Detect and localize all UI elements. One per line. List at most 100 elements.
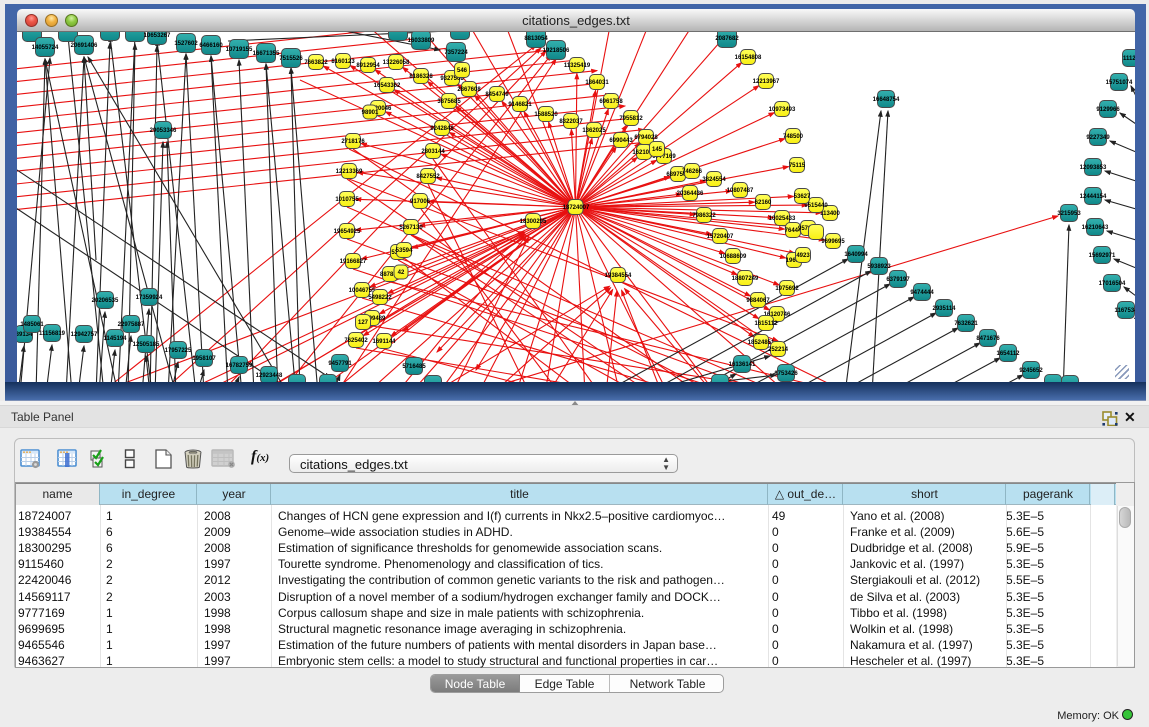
svg-text:5498222: 5498222	[368, 295, 392, 301]
svg-text:1010755: 1010755	[335, 197, 359, 203]
svg-text:17016504: 17016504	[1099, 281, 1126, 287]
svg-text:12505185: 12505185	[133, 342, 160, 348]
svg-text:75115: 75115	[789, 163, 806, 169]
svg-text:12444154: 12444154	[1080, 194, 1107, 200]
svg-text:19218506: 19218506	[543, 48, 570, 54]
svg-text:7632621: 7632621	[954, 321, 978, 327]
svg-text:6466160: 6466160	[199, 43, 223, 49]
svg-text:8454749: 8454749	[485, 92, 509, 98]
svg-text:1640994: 1640994	[844, 252, 868, 258]
svg-text:3875685: 3875685	[437, 99, 461, 105]
svg-text:8912954: 8912954	[356, 63, 380, 69]
svg-text:2867608: 2867608	[457, 87, 481, 93]
svg-text:18724007: 18724007	[563, 205, 590, 211]
svg-text:16648754: 16648754	[873, 97, 900, 103]
svg-text:2087682: 2087682	[715, 36, 739, 42]
svg-text:1958107: 1958107	[192, 356, 216, 362]
svg-text:1654112: 1654112	[996, 351, 1020, 357]
svg-text:3215953: 3215953	[1057, 211, 1081, 217]
svg-text:127: 127	[358, 320, 369, 326]
svg-text:546: 546	[457, 68, 468, 74]
svg-text:113400: 113400	[820, 211, 840, 217]
svg-text:6794028: 6794028	[634, 135, 658, 141]
svg-text:16671355: 16671355	[253, 51, 280, 57]
svg-text:9457791: 9457791	[328, 361, 352, 367]
svg-text:19384554: 19384554	[605, 273, 632, 279]
svg-text:6990443: 6990443	[609, 138, 633, 144]
svg-text:11156819: 11156819	[39, 331, 66, 337]
svg-text:62160: 62160	[755, 200, 772, 206]
svg-text:19166827: 19166827	[340, 259, 367, 265]
svg-text:1145194: 1145194	[103, 336, 127, 342]
svg-text:1362025: 1362025	[582, 128, 606, 134]
svg-text:9146821: 9146821	[508, 102, 532, 108]
svg-text:1615112: 1615112	[754, 321, 778, 327]
svg-text:12923448: 12923448	[256, 373, 283, 379]
svg-text:9699695: 9699695	[821, 239, 845, 245]
svg-text:17957225: 17957225	[165, 348, 192, 354]
svg-text:8186328: 8186328	[409, 74, 433, 80]
svg-text:10025433: 10025433	[769, 216, 796, 222]
svg-text:16033809: 16033809	[408, 38, 435, 44]
svg-text:16154808: 16154808	[735, 55, 762, 61]
svg-text:9245652: 9245652	[1019, 368, 1043, 374]
svg-text:145: 145	[652, 147, 663, 153]
svg-text:9474444: 9474444	[910, 290, 934, 296]
svg-text:42: 42	[398, 270, 405, 276]
svg-text:9227349: 9227349	[1086, 135, 1110, 141]
svg-text:9242848: 9242848	[430, 126, 454, 132]
svg-text:1485061: 1485061	[20, 322, 44, 328]
svg-text:17359924: 17359924	[136, 295, 163, 301]
svg-text:746266: 746266	[682, 169, 703, 175]
svg-text:7357224: 7357224	[444, 50, 468, 56]
svg-text:10653267: 10653267	[144, 33, 171, 39]
svg-text:7515526: 7515526	[279, 56, 303, 62]
svg-text:15720407: 15720407	[707, 234, 734, 240]
svg-text:10973493: 10973493	[769, 107, 796, 113]
svg-text:3824554: 3824554	[702, 177, 726, 183]
svg-text:5267130: 5267130	[399, 225, 423, 231]
svg-text:7625402: 7625402	[344, 338, 368, 344]
svg-text:1691144: 1691144	[372, 339, 396, 345]
svg-text:8160123: 8160123	[331, 59, 355, 65]
svg-text:20364436: 20364436	[677, 191, 704, 197]
svg-text:9884067: 9884067	[746, 298, 770, 304]
svg-text:252214: 252214	[768, 347, 789, 353]
svg-text:1864031: 1864031	[585, 80, 609, 86]
svg-text:7986322: 7986322	[692, 213, 716, 219]
svg-text:9129966: 9129966	[1096, 107, 1120, 113]
svg-text:2718176: 2718176	[341, 139, 365, 145]
svg-text:4923: 4923	[796, 253, 810, 259]
svg-text:5938923: 5938923	[867, 264, 891, 270]
svg-text:2935114: 2935114	[932, 306, 956, 312]
svg-text:7663822: 7663822	[304, 60, 328, 66]
svg-text:98901: 98901	[362, 110, 379, 116]
svg-text:10688609: 10688609	[720, 254, 747, 260]
svg-text:53627: 53627	[794, 194, 811, 200]
svg-text:5716485: 5716485	[402, 364, 426, 370]
svg-text:7955812: 7955812	[619, 116, 643, 122]
svg-text:10046755: 10046755	[349, 288, 376, 294]
svg-text:53594: 53594	[396, 248, 413, 254]
svg-text:10807487: 10807487	[727, 188, 754, 194]
svg-text:6961758: 6961758	[599, 99, 623, 105]
svg-text:1975692: 1975692	[775, 286, 799, 292]
svg-text:16543362: 16543362	[374, 83, 401, 89]
svg-text:12093853: 12093853	[1080, 165, 1107, 171]
svg-text:10719155: 10719155	[226, 47, 253, 53]
svg-text:6379197: 6379197	[886, 277, 910, 283]
svg-text:22975887: 22975887	[118, 322, 145, 328]
svg-text:20206535: 20206535	[92, 298, 119, 304]
svg-text:13226058: 13226058	[383, 60, 410, 66]
svg-text:15692971: 15692971	[1089, 253, 1116, 259]
svg-text:20691406: 20691406	[71, 43, 98, 49]
svg-text:16136141: 16136141	[729, 362, 756, 368]
svg-text:1753426: 1753426	[774, 371, 798, 377]
svg-text:2803144: 2803144	[421, 149, 445, 155]
svg-text:917006: 917006	[410, 199, 431, 205]
svg-text:11325419: 11325419	[564, 63, 591, 69]
svg-text:1167534: 1167534	[1114, 308, 1135, 314]
svg-text:748500: 748500	[783, 134, 804, 140]
svg-text:8322037: 8322037	[559, 119, 583, 125]
svg-text:8471676: 8471676	[976, 336, 1000, 342]
